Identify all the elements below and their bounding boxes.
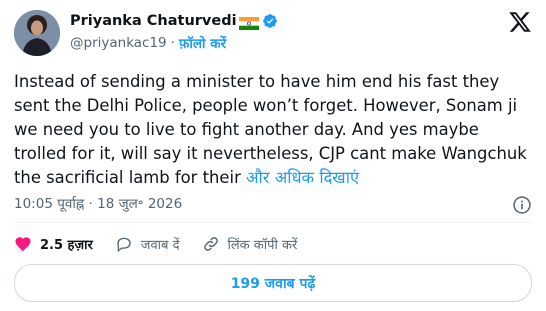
like-count: 2.5 हज़ार	[40, 238, 93, 253]
india-flag-icon	[238, 15, 259, 30]
link-icon	[203, 237, 218, 251]
author-handle-row: @priyankac19 · फ़ॉलो करें	[70, 34, 226, 52]
like-button[interactable]: 2.5 हज़ार	[14, 235, 93, 253]
heart-icon	[15, 237, 31, 252]
separator-dot: ·	[170, 35, 175, 51]
author-name[interactable]: Priyanka Chaturvedi	[70, 13, 237, 29]
copy-link-label: लिंक कॉपी करें	[227, 238, 298, 253]
author-handle[interactable]: @priyankac19	[70, 35, 167, 51]
show-more-link[interactable]: और अधिक दिखाएं	[246, 168, 359, 187]
reply-label: जवाब दें	[140, 238, 180, 253]
reply-bubble-icon	[117, 237, 131, 253]
reply-button[interactable]: जवाब दें	[115, 235, 180, 253]
verified-badge-icon	[262, 13, 278, 29]
read-replies-button[interactable]: 199 जवाब पढ़ें	[14, 264, 532, 302]
follow-button[interactable]: फ़ॉलो करें	[179, 34, 226, 52]
copy-link-button[interactable]: लिंक कॉपी करें	[202, 235, 298, 253]
divider	[14, 222, 532, 223]
author-name-row: Priyanka Chaturvedi	[70, 11, 278, 31]
action-bar: 2.5 हज़ार जवाब दें लिंक कॉपी करें	[14, 233, 319, 255]
tweet-text: Instead of sending a minister to have hi…	[14, 70, 534, 190]
tweet-timestamp[interactable]: 10:05 पूर्वाह्न · 18 जुल॰ 2026	[14, 194, 182, 212]
x-logo-icon[interactable]	[508, 10, 532, 34]
info-icon[interactable]	[512, 195, 532, 215]
author-avatar[interactable]	[14, 10, 60, 56]
